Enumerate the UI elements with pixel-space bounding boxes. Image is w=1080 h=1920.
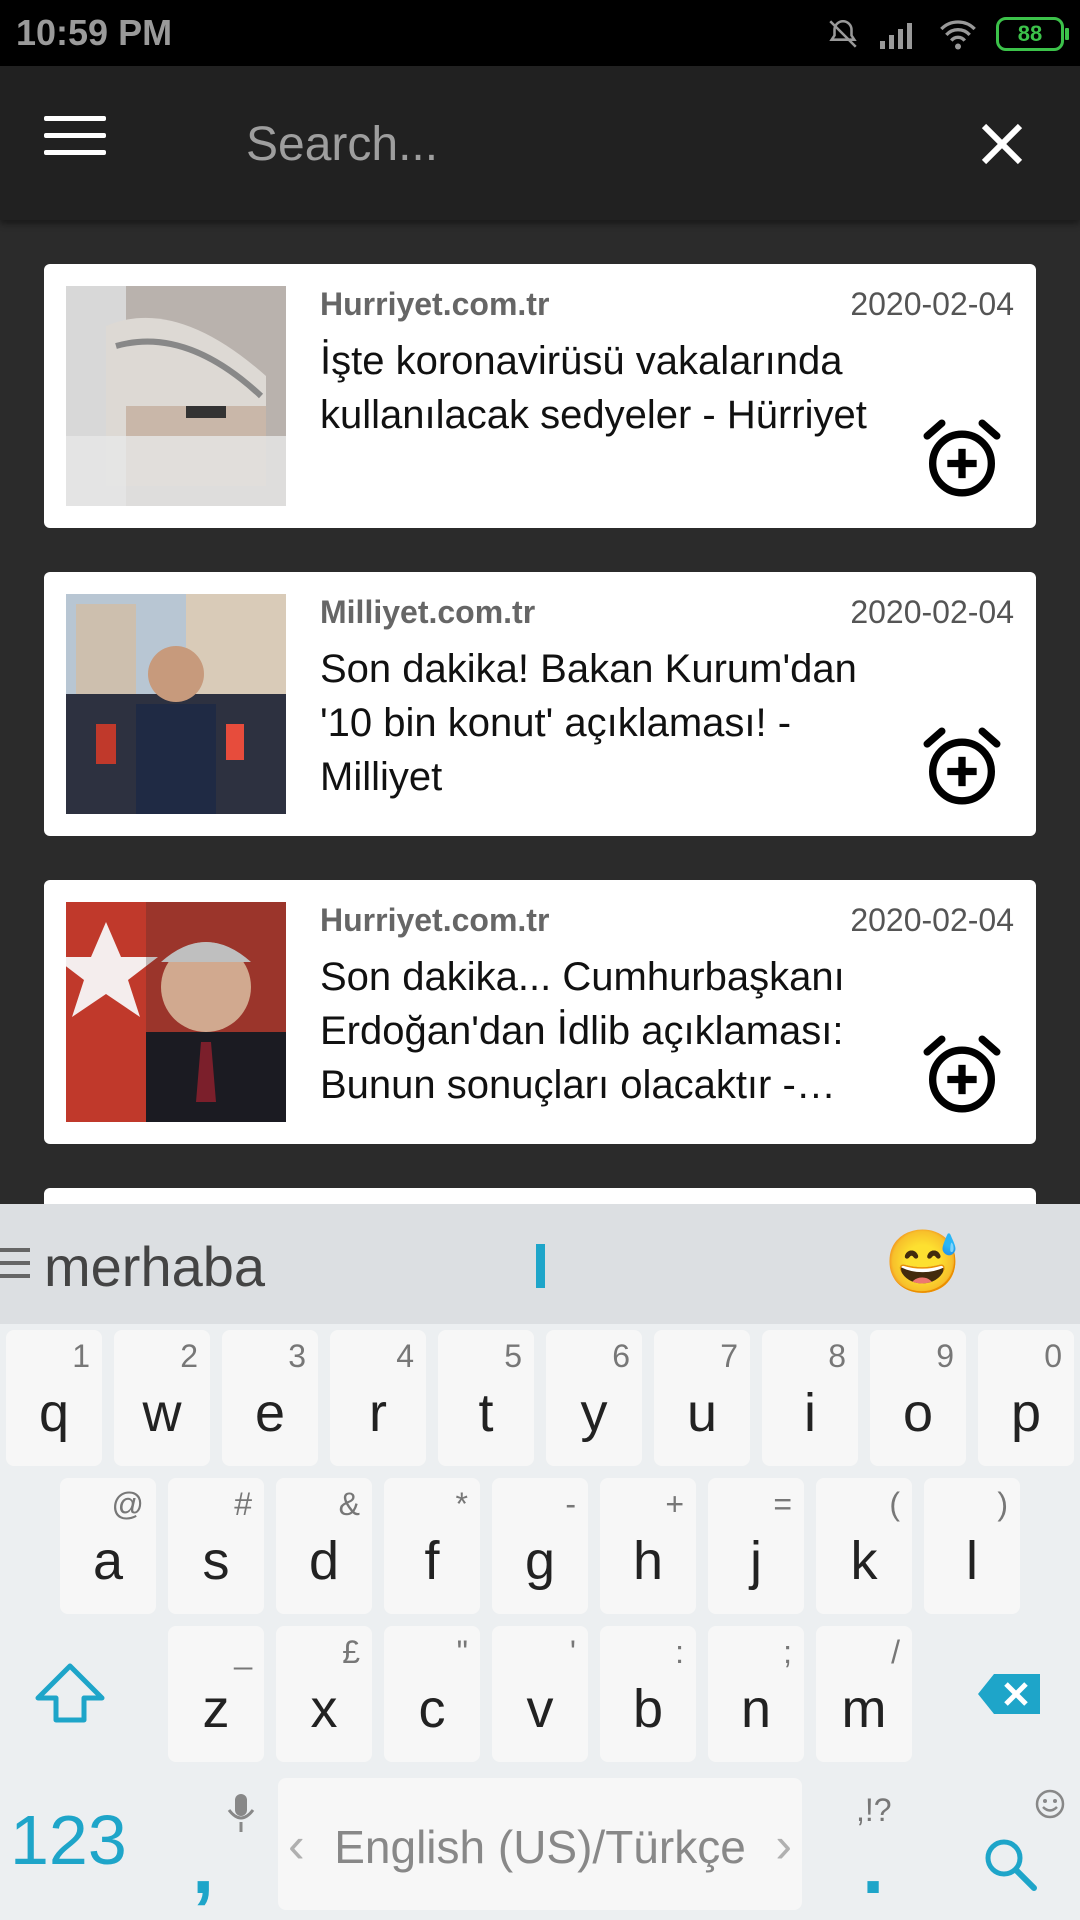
keyboard-menu-icon[interactable] [0,1248,30,1287]
article-card[interactable]: Hurriyet.com.tr 2020-02-04 İşte koronavi… [44,264,1036,528]
battery-icon: 88 [996,17,1069,51]
article-title: Son dakika! Bakan Kurum'dan '10 bin konu… [320,647,857,799]
key-a[interactable]: @ a [60,1478,156,1614]
period-key[interactable]: ,!? . [826,1774,926,1914]
key-v[interactable]: ' v [492,1626,588,1762]
backspace-key[interactable] [944,1626,1074,1762]
alarm-add-icon[interactable] [918,722,1006,810]
space-key[interactable]: ‹ English (US)/Türkçe › [278,1778,802,1910]
text-cursor-icon [536,1244,545,1288]
key-c[interactable]: " c [384,1626,480,1762]
signal-icon [880,23,912,49]
key-u[interactable]: 7u [654,1330,750,1466]
key-b[interactable]: :b [600,1626,696,1762]
status-time: 10:59 PM [16,12,173,53]
soft-keyboard: merhaba 😅 1q 2w 3e 4r 5t 6y 7u 8i 9o 0p … [0,1204,1080,1920]
key-n[interactable]: ; n [708,1626,804,1762]
article-thumbnail [66,902,286,1122]
article-card[interactable]: Milliyet.com.tr 2020-02-04 Son dakika! B… [44,572,1036,836]
key-q[interactable]: 1q [6,1330,102,1466]
article-date: 2020-02-04 [850,594,1014,630]
key-d[interactable]: & d [276,1478,372,1614]
search-input[interactable] [244,110,888,178]
article-thumbnail [66,594,286,814]
close-icon[interactable] [978,120,1026,168]
app-bar [0,66,1080,220]
emoji-suggestion-icon[interactable]: 😅 [884,1226,961,1299]
wifi-icon [940,20,976,50]
smiley-icon [1035,1789,1065,1819]
search-key[interactable] [960,1774,1080,1914]
key-e[interactable]: 3e [222,1330,318,1466]
key-k[interactable]: (k [816,1478,912,1614]
menu-icon [44,116,106,121]
key-t[interactable]: 5t [438,1330,534,1466]
menu-button[interactable] [44,116,106,160]
key-m[interactable]: / m [816,1626,912,1762]
chevron-right-icon: › [775,1817,792,1873]
article-source: Milliyet.com.tr [320,594,536,630]
search-icon [985,1839,1037,1891]
key-r[interactable]: 4r [330,1330,426,1466]
key-z[interactable]: _ z [168,1626,264,1762]
shift-icon [35,1663,105,1723]
suggestion-word[interactable]: merhaba [44,1234,265,1299]
alarm-add-icon[interactable] [918,414,1006,502]
status-bar: 10:59 PM 88 [0,0,1080,66]
shift-key[interactable] [6,1626,136,1762]
article-source: Hurriyet.com.tr [320,902,550,938]
article-thumbnail [66,286,286,506]
space-language-label: English (US)/Türkçe [334,1821,746,1873]
alarm-add-icon[interactable] [918,1030,1006,1118]
article-title: İşte koronavirüsü vakalarında kullanılac… [320,339,867,437]
key-x[interactable]: £ x [276,1626,372,1762]
article-date: 2020-02-04 [850,902,1014,938]
comma-key[interactable]: , [170,1774,270,1914]
mute-bell-icon [829,19,857,48]
status-icons: 88 [826,12,1069,56]
backspace-icon [978,1674,1040,1714]
key-s[interactable]: # s [168,1478,264,1614]
key-i[interactable]: 8i [762,1330,858,1466]
key-o[interactable]: 9o [870,1330,966,1466]
key-y[interactable]: 6y [546,1330,642,1466]
key-f[interactable]: * f [384,1478,480,1614]
key-p[interactable]: 0p [978,1330,1074,1466]
article-card[interactable]: Hurriyet.com.tr 2020-02-04 Son dakika...… [44,880,1036,1144]
numbers-key[interactable]: 123 [0,1774,150,1914]
key-g[interactable]: -g [492,1478,588,1614]
article-source: Hurriyet.com.tr [320,286,550,322]
article-date: 2020-02-04 [850,286,1014,322]
key-h[interactable]: + h [600,1478,696,1614]
key-l[interactable]: ) l [924,1478,1020,1614]
article-title: Son dakika... Cumhurbaşkanı Erdoğan'dan … [320,955,845,1107]
key-w[interactable]: 2w [114,1330,210,1466]
key-j[interactable]: = j [708,1478,804,1614]
suggestion-bar: merhaba 😅 [0,1204,1080,1324]
microphone-icon [227,1794,255,1832]
